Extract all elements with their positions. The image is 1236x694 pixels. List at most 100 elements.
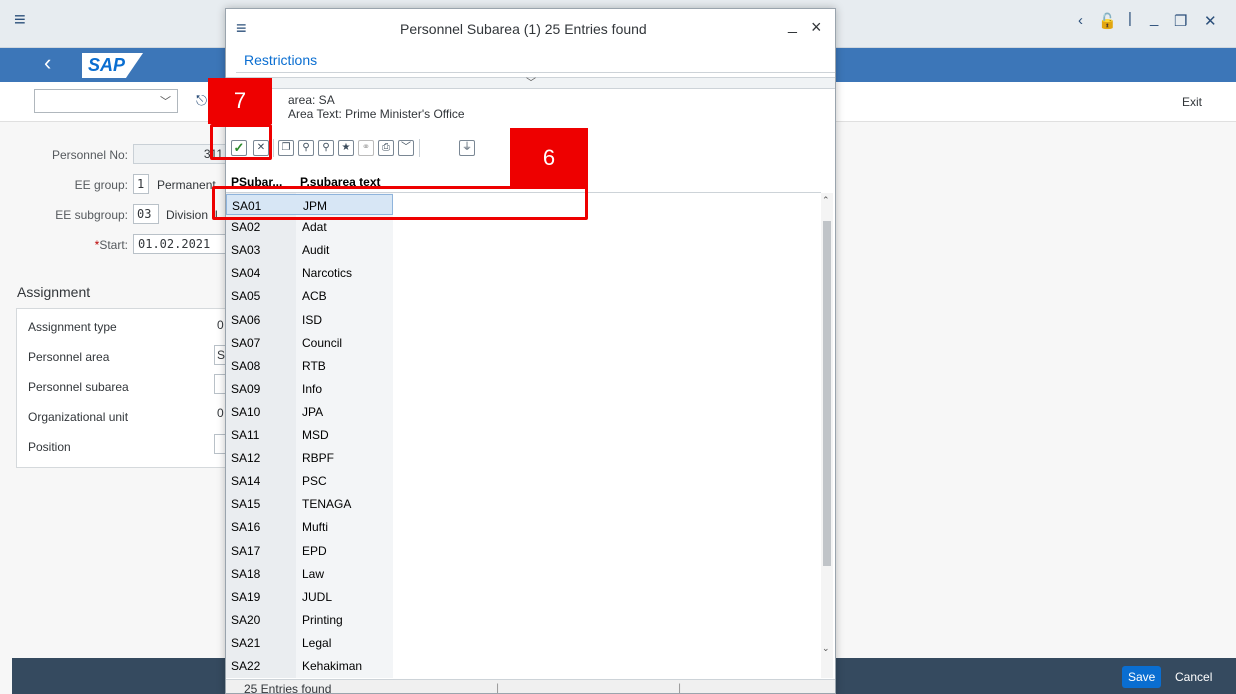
row-code: SA08 (231, 358, 261, 373)
scroll-down-icon[interactable]: ⌄ (822, 643, 830, 654)
table-row[interactable]: SA19 JUDL (226, 586, 393, 609)
status-bar: 25 Entries found | | (226, 679, 835, 694)
org-unit-value: 0 (217, 406, 224, 420)
row-code: SA06 (231, 312, 261, 327)
collapse-bar[interactable]: ﹀ (226, 74, 835, 89)
more-chevron-icon[interactable]: ﹀ (398, 140, 414, 156)
row-code: SA14 (231, 474, 261, 489)
personnel-subarea-label: Personnel subarea (28, 380, 129, 394)
table-row[interactable]: SA11 MSD (226, 424, 393, 447)
row-code: SA18 (231, 566, 261, 581)
search-icon[interactable]: ⚲ (298, 140, 314, 156)
start-label: *Start: (20, 238, 128, 252)
row-code: SA21 (231, 635, 261, 650)
restore-icon[interactable]: ❐ (1174, 12, 1187, 30)
org-unit-label: Organizational unit (28, 410, 129, 424)
step-6-highlight (212, 186, 588, 220)
toolbar-separator (273, 139, 274, 157)
status-separator: | (678, 681, 682, 694)
tab-restrictions[interactable]: Restrictions (244, 52, 317, 68)
status-separator: | (496, 681, 500, 694)
restriction-info-line2: Area Text: Prime Minister's Office (288, 107, 465, 121)
row-text: Info (302, 381, 323, 396)
value-help-dialog: ≡ Personnel Subarea (1) 25 Entries found… (225, 8, 836, 694)
table-row[interactable]: SA04 Narcotics (226, 262, 393, 285)
ee-subgroup-label: EE subgroup: (55, 208, 128, 222)
result-list: SA01 JPM SA02 Adat SA03 Audit SA04 Narcotics SA0… (226, 193, 821, 678)
table-row[interactable]: SA09 Info (226, 378, 393, 401)
scroll-up-icon[interactable]: ⌃ (822, 195, 830, 206)
close-icon[interactable]: ✕ (1204, 12, 1217, 30)
dialog-menu-icon[interactable]: ≡ (236, 19, 247, 37)
row-code: SA04 (231, 266, 261, 281)
row-text: PSC (302, 474, 327, 489)
row-text: RBPF (302, 451, 335, 466)
dialog-close-button[interactable]: × (811, 17, 822, 38)
table-row[interactable]: SA20 Printing (226, 609, 393, 632)
tree-icon[interactable]: ⏚ (459, 140, 475, 156)
tab-underline (236, 72, 835, 73)
personnel-area-value: S (217, 348, 226, 362)
back-arrow-icon[interactable]: ‹ (1078, 12, 1083, 29)
table-row[interactable]: SA05 ACB (226, 285, 393, 308)
row-code: SA15 (231, 497, 261, 512)
table-row[interactable]: SA12 RBPF (226, 447, 393, 470)
entries-found-status: 25 Entries found (244, 682, 332, 694)
toolbar-separator (419, 139, 420, 157)
lock-icon[interactable]: 🔓 (1098, 12, 1117, 30)
start-label-text: Start: (99, 238, 128, 252)
row-code: SA16 (231, 520, 261, 535)
row-text: Mufti (302, 520, 329, 535)
table-row[interactable]: SA22 Kehakiman (226, 655, 393, 678)
step-7-callout: 7 (208, 78, 272, 124)
table-row[interactable]: SA15 TENAGA (226, 493, 393, 516)
action-dropdown[interactable]: ﹀ (34, 89, 178, 113)
table-row[interactable]: SA06 ISD (226, 309, 393, 332)
ee-subgroup-value: 03 (137, 207, 152, 221)
row-code: SA10 (231, 404, 261, 419)
table-row[interactable]: SA03 Audit (226, 239, 393, 262)
print-icon[interactable]: ⎙ (378, 140, 394, 156)
row-code: SA12 (231, 451, 261, 466)
cancel-button[interactable]: Cancel (1175, 670, 1212, 684)
table-row[interactable]: SA18 Law (226, 563, 393, 586)
step-7-highlight (210, 124, 272, 160)
row-code: SA03 (231, 243, 261, 258)
exit-button[interactable]: Exit (1182, 95, 1202, 109)
exit-app-icon[interactable]: ⎋ (196, 92, 207, 109)
table-row[interactable]: SA14 PSC (226, 470, 393, 493)
sap-logo: SAP (82, 53, 144, 78)
row-text: TENAGA (302, 497, 352, 512)
row-text: Kehakiman (302, 659, 363, 673)
row-text: Law (302, 566, 325, 581)
table-row[interactable]: SA10 JPA (226, 401, 393, 424)
dialog-minimize-button[interactable]: _ (788, 17, 797, 35)
link-icon: ⚭ (358, 140, 374, 156)
search-next-icon[interactable]: ⚲ (318, 140, 334, 156)
favorite-icon[interactable]: ★ (338, 140, 354, 156)
ee-group-field: 1 (133, 174, 149, 194)
back-chevron-icon[interactable]: ‹ (44, 50, 51, 76)
copy-icon[interactable]: ❐ (278, 140, 294, 156)
row-code: SA20 (231, 612, 261, 627)
table-row[interactable]: SA08 RTB (226, 355, 393, 378)
menu-icon[interactable]: ≡ (14, 10, 26, 30)
table-row[interactable]: SA21 Legal (226, 632, 393, 655)
row-text: Council (302, 335, 343, 350)
row-code: SA17 (231, 543, 261, 558)
scroll-thumb[interactable] (823, 221, 831, 566)
minimize-icon[interactable]: _ (1150, 10, 1158, 27)
save-button[interactable]: Save (1122, 666, 1162, 688)
row-code: SA02 (231, 220, 261, 235)
row-text: RTB (302, 358, 326, 373)
scrollbar[interactable]: ⌃ ⌄ (821, 193, 833, 678)
collapse-chevron-icon[interactable]: ﹀ (526, 74, 536, 89)
start-date-field[interactable]: 01.02.2021 (133, 234, 227, 254)
row-text: Adat (302, 220, 327, 235)
ee-group-value: 1 (137, 177, 145, 191)
table-row[interactable]: SA17 EPD (226, 540, 393, 563)
row-code: SA22 (231, 659, 261, 673)
table-row[interactable]: SA16 Mufti (226, 516, 393, 539)
ee-subgroup-field: 03 (133, 204, 159, 224)
table-row[interactable]: SA07 Council (226, 332, 393, 355)
